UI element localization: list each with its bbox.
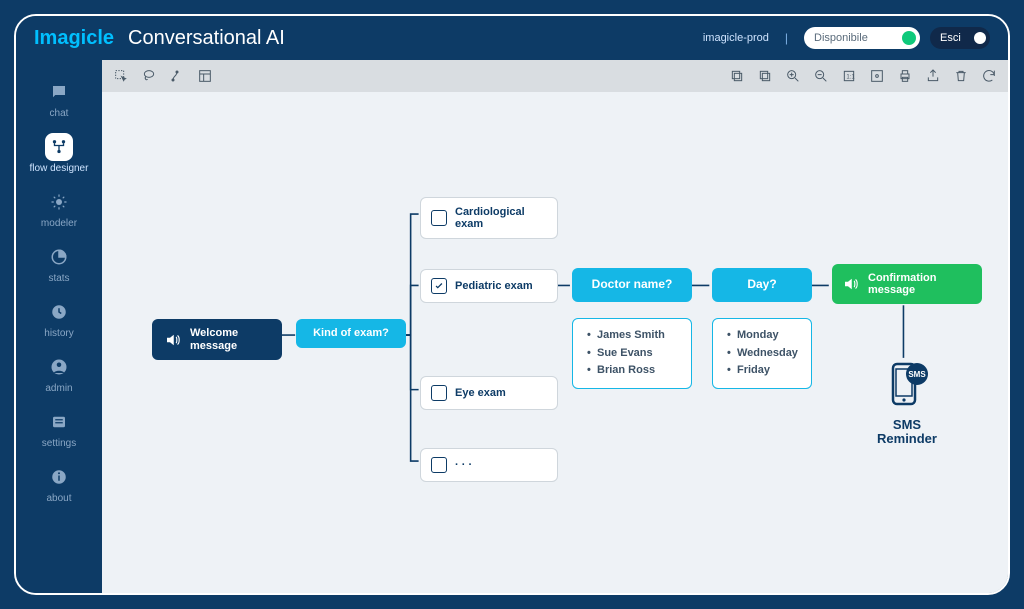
sidebar-label: admin xyxy=(45,383,72,394)
checkbox-icon xyxy=(431,385,447,401)
settings-icon xyxy=(45,408,73,436)
status-dot-icon xyxy=(902,31,916,45)
checkbox-checked-icon xyxy=(431,278,447,294)
confirm-label: Confirmation message xyxy=(868,272,972,296)
option-label: Cardiological exam xyxy=(455,206,547,230)
top-bar: Imagicle Conversational AI imagicle-prod… xyxy=(16,16,1008,60)
trash-icon[interactable] xyxy=(952,67,970,85)
list-item: James Smith xyxy=(587,327,677,345)
sidebar-item-settings[interactable]: settings xyxy=(23,402,95,455)
app-frame: Imagicle Conversational AI imagicle-prod… xyxy=(14,14,1010,595)
option-pediatric[interactable]: Pediatric exam xyxy=(420,269,558,303)
clock-icon xyxy=(45,298,73,326)
sidebar-label: modeler xyxy=(41,218,77,229)
doctor-list[interactable]: James Smith Sue Evans Brian Ross xyxy=(572,318,692,389)
sidebar-label: chat xyxy=(50,108,69,119)
list-item: Friday xyxy=(727,362,797,380)
sms-badge-text: SMS xyxy=(908,370,926,379)
copy-icon[interactable] xyxy=(728,67,746,85)
day-question-label: Day? xyxy=(747,278,776,292)
confirm-node[interactable]: Confirmation message xyxy=(832,264,982,304)
option-label: Eye exam xyxy=(455,387,506,399)
info-icon xyxy=(45,463,73,491)
option-label: Pediatric exam xyxy=(455,280,533,292)
export-icon[interactable] xyxy=(924,67,942,85)
canvas-toolbar: 1:1 xyxy=(102,60,1008,92)
sidebar-item-about[interactable]: about xyxy=(23,457,95,510)
day-list[interactable]: Monday Wednesday Friday xyxy=(712,318,812,389)
sms-phone-icon: SMS xyxy=(883,360,931,412)
lasso-tool-icon[interactable] xyxy=(140,67,158,85)
speaker-icon xyxy=(164,331,182,349)
option-label: · · · xyxy=(455,459,472,471)
select-tool-icon[interactable] xyxy=(112,67,130,85)
layout-tool-icon[interactable] xyxy=(196,67,214,85)
zoom-reset-icon[interactable]: 1:1 xyxy=(840,67,858,85)
kind-label: Kind of exam? xyxy=(313,327,389,340)
list-item: Monday xyxy=(727,327,797,345)
checkbox-icon xyxy=(431,457,447,473)
option-cardio[interactable]: Cardiological exam xyxy=(420,197,558,239)
checkbox-icon xyxy=(431,210,447,226)
left-sidebar: chat flow designer modeler stats xyxy=(16,60,102,593)
brand-strong: Imagicle xyxy=(34,27,114,50)
sms-reminder-node[interactable]: SMS SMS Reminder xyxy=(862,360,952,447)
sidebar-item-modeler[interactable]: modeler xyxy=(23,182,95,235)
fit-icon[interactable] xyxy=(868,67,886,85)
sidebar-label: history xyxy=(44,328,73,339)
sidebar-item-chat[interactable]: chat xyxy=(23,72,95,125)
list-item: Sue Evans xyxy=(587,345,677,363)
svg-text:1:1: 1:1 xyxy=(846,75,855,81)
kind-of-exam-node[interactable]: Kind of exam? xyxy=(296,319,406,348)
sidebar-item-flow-designer[interactable]: flow designer xyxy=(23,127,95,180)
print-icon[interactable] xyxy=(896,67,914,85)
list-item: Wednesday xyxy=(727,345,797,363)
welcome-node[interactable]: Welcome message xyxy=(152,319,282,360)
list-item: Brian Ross xyxy=(587,362,677,380)
sidebar-item-stats[interactable]: stats xyxy=(23,237,95,290)
sms-title: SMS Reminder xyxy=(862,418,952,447)
separator: | xyxy=(779,31,794,45)
sidebar-item-admin[interactable]: admin xyxy=(23,347,95,400)
welcome-label: Welcome message xyxy=(190,327,270,352)
undo-icon[interactable] xyxy=(980,67,998,85)
work-area: 1:1 xyxy=(102,60,1008,593)
sidebar-item-history[interactable]: history xyxy=(23,292,95,345)
exit-label: Esci xyxy=(940,32,961,44)
flow-icon xyxy=(45,133,73,161)
flow-canvas[interactable]: Welcome message Kind of exam? Cardiologi… xyxy=(102,92,1008,593)
status-label: Disponibile xyxy=(814,32,868,44)
option-eye[interactable]: Eye exam xyxy=(420,376,558,410)
sidebar-label: stats xyxy=(48,273,69,284)
stats-icon xyxy=(45,243,73,271)
paste-icon[interactable] xyxy=(756,67,774,85)
exit-dot-icon xyxy=(974,32,986,44)
sidebar-label: flow designer xyxy=(30,163,89,174)
exit-button[interactable]: Esci xyxy=(930,27,990,49)
chat-icon xyxy=(45,78,73,106)
option-more[interactable]: · · · xyxy=(420,448,558,482)
doctor-question-node[interactable]: Doctor name? xyxy=(572,268,692,302)
day-question-node[interactable]: Day? xyxy=(712,268,812,302)
gear-brain-icon xyxy=(45,188,73,216)
user-icon xyxy=(45,353,73,381)
speaker-icon xyxy=(842,275,860,293)
sidebar-label: settings xyxy=(42,438,76,449)
sidebar-label: about xyxy=(46,493,71,504)
zoom-out-icon[interactable] xyxy=(812,67,830,85)
status-toggle[interactable]: Disponibile xyxy=(804,27,920,49)
doctor-question-label: Doctor name? xyxy=(592,278,673,292)
env-label: imagicle-prod xyxy=(703,32,769,44)
path-tool-icon[interactable] xyxy=(168,67,186,85)
zoom-in-icon[interactable] xyxy=(784,67,802,85)
brand-light: Conversational AI xyxy=(128,27,285,50)
